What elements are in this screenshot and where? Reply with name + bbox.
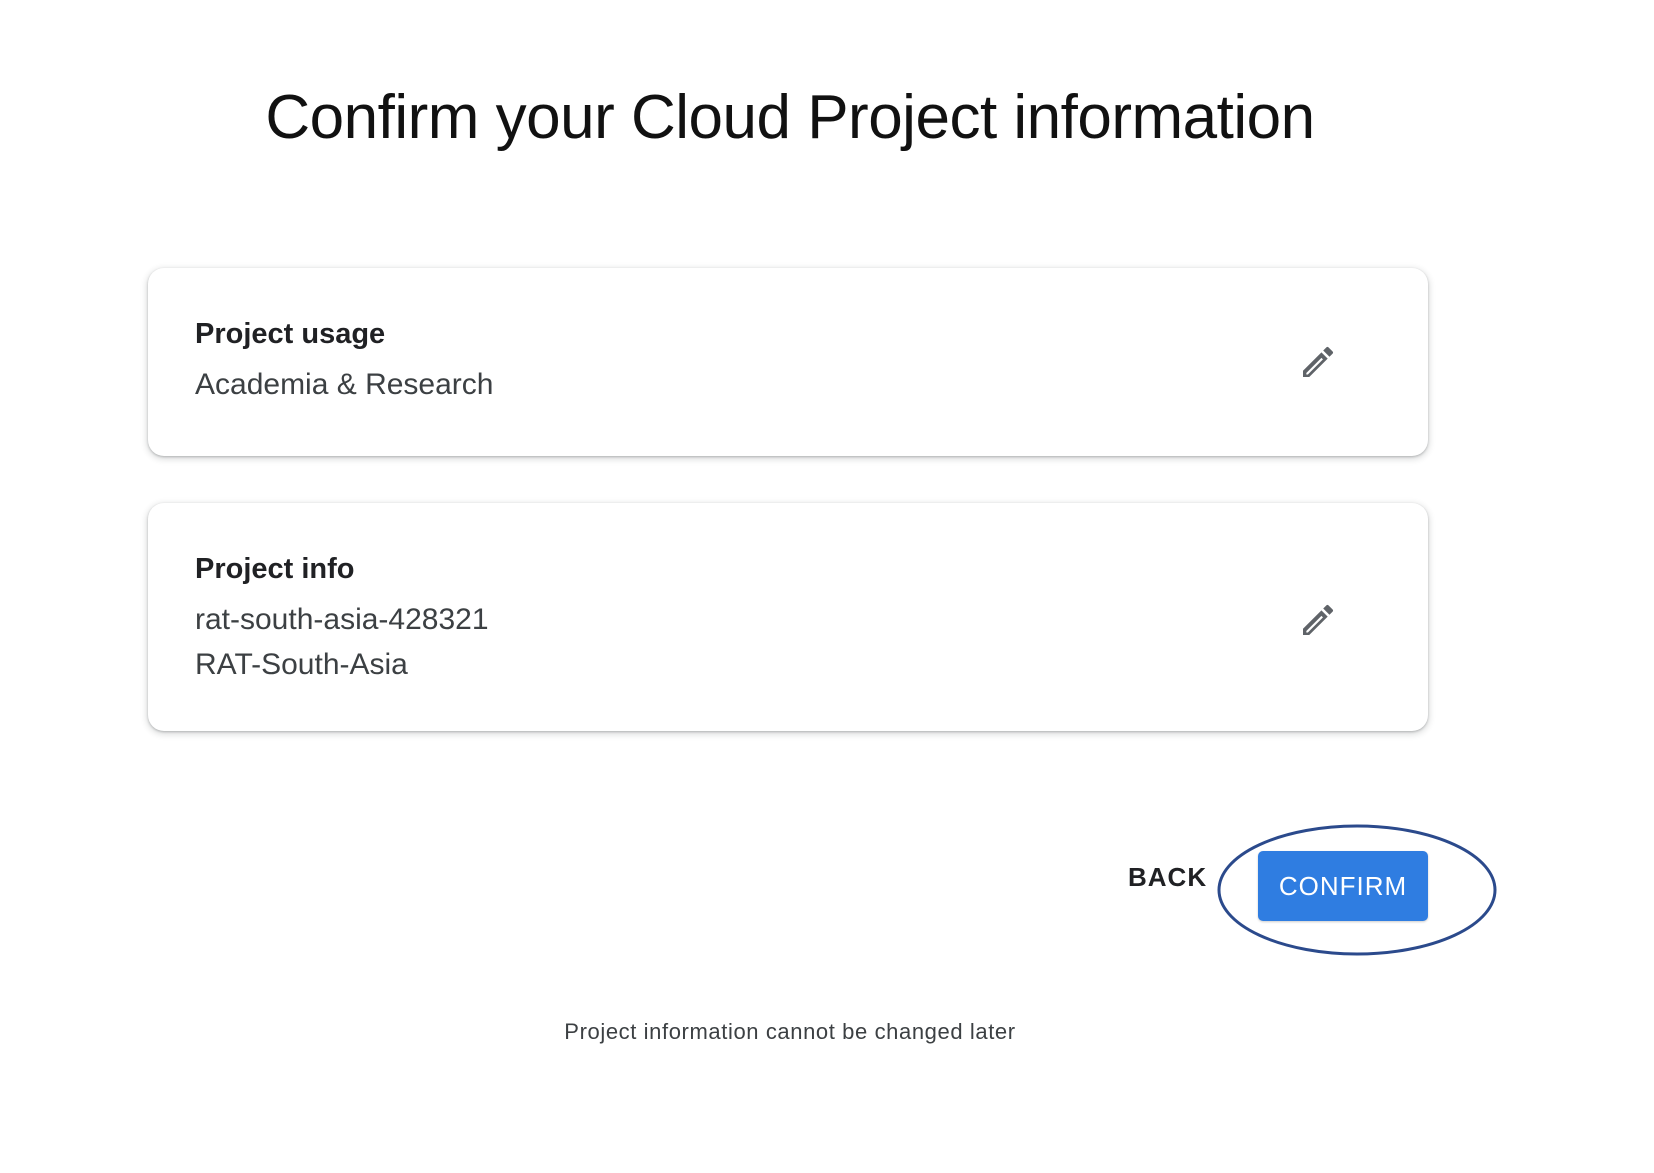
project-id-value: rat-south-asia-428321 bbox=[195, 603, 489, 636]
edit-project-usage-button[interactable] bbox=[1290, 334, 1346, 390]
footer-note: Project information cannot be changed la… bbox=[564, 1019, 1016, 1044]
confirm-button[interactable]: CONFIRM bbox=[1258, 851, 1428, 921]
project-info-heading: Project info bbox=[195, 553, 355, 585]
edit-project-info-button[interactable] bbox=[1290, 592, 1346, 648]
back-button[interactable]: BACK bbox=[1128, 860, 1207, 894]
confirm-project-page: Confirm your Cloud Project information P… bbox=[0, 0, 1654, 1173]
pencil-icon bbox=[1303, 346, 1334, 377]
project-usage-value: Academia & Research bbox=[195, 368, 494, 401]
project-usage-card: Project usage Academia & Research bbox=[148, 268, 1428, 456]
project-name-value: RAT-South-Asia bbox=[195, 648, 408, 681]
project-usage-heading: Project usage bbox=[195, 318, 386, 350]
page-title: Confirm your Cloud Project information bbox=[265, 83, 1315, 152]
project-info-card: Project info rat-south-asia-428321 RAT-S… bbox=[148, 503, 1428, 731]
pencil-icon bbox=[1303, 604, 1334, 635]
